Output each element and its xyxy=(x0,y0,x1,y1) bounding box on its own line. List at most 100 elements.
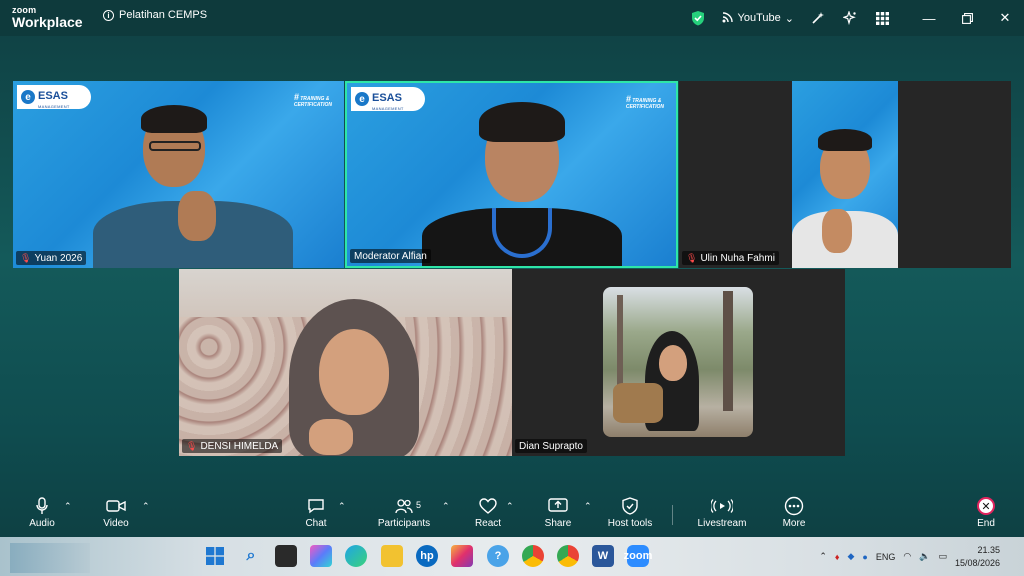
hp-app-icon[interactable]: hp xyxy=(416,545,438,567)
chat-button[interactable]: Chat xyxy=(300,494,332,536)
more-button[interactable]: More xyxy=(778,494,810,536)
meeting-title: Pelatihan CEMPS xyxy=(119,9,208,21)
windows-logo-icon xyxy=(206,547,224,565)
video-options-caret-icon[interactable]: ⌃ xyxy=(142,501,150,512)
restore-button[interactable] xyxy=(948,0,986,36)
video-tile-densi-himelda[interactable]: 🎙 DENSI HIMELDA xyxy=(179,269,512,456)
esas-subtext: MANAGEMENT xyxy=(372,105,404,111)
audio-options-caret-icon[interactable]: ⌃ xyxy=(64,501,72,512)
profile-picture-dian xyxy=(603,287,753,437)
participant-name-label: 🎙 Yuan 2026 xyxy=(16,251,87,265)
react-options-caret-icon[interactable]: ⌃ xyxy=(506,501,514,512)
streaming-label: YouTube xyxy=(737,12,781,24)
react-button[interactable]: React xyxy=(472,494,504,536)
video-camera-icon xyxy=(106,494,126,518)
language-indicator[interactable]: ENG xyxy=(876,552,896,562)
battery-icon[interactable]: ▭ xyxy=(938,551,947,562)
streaming-dropdown[interactable]: YouTube ⌄ xyxy=(714,11,802,26)
video-tile-yuan[interactable]: e ESAS MANAGEMENT # TRAINING & CERTIFICATI… xyxy=(13,81,344,268)
zoom-app-icon[interactable]: zoom xyxy=(624,545,652,567)
info-icon[interactable]: i xyxy=(103,9,114,21)
security-shield-icon[interactable] xyxy=(682,0,714,36)
edge-browser-icon[interactable] xyxy=(345,545,367,567)
muted-mic-icon: 🎙 xyxy=(186,440,198,451)
restore-icon xyxy=(961,12,973,24)
participant-video-alfian xyxy=(417,98,627,266)
copilot-icon[interactable] xyxy=(310,545,332,567)
meeting-toolbar: Audio ⌃ Video ⌃ Chat ⌃ Participants 5 ⌃ … xyxy=(0,494,1024,536)
esas-text: ESAS xyxy=(372,91,402,104)
participants-count: 5 xyxy=(416,500,422,510)
more-dots-icon xyxy=(784,494,804,518)
end-x-icon: ✕ xyxy=(977,497,995,515)
audio-button[interactable]: Audio xyxy=(26,494,58,536)
apps-grid-icon[interactable] xyxy=(866,0,898,36)
wifi-icon[interactable]: ◠ xyxy=(903,551,911,562)
weather-widget[interactable] xyxy=(10,543,90,573)
end-meeting-button[interactable]: ✕ End xyxy=(970,494,1002,536)
participant-name-label: Moderator Alfian xyxy=(350,249,431,263)
word-icon[interactable]: W xyxy=(592,545,614,567)
participants-icon xyxy=(395,494,413,518)
clock-date: 15/08/2026 xyxy=(954,557,1000,568)
video-button[interactable]: Video xyxy=(100,494,132,536)
meeting-info[interactable]: i Pelatihan CEMPS xyxy=(103,9,207,21)
close-window-button[interactable]: ✕ xyxy=(986,0,1024,36)
chrome-profile-2-icon[interactable] xyxy=(557,545,579,567)
participant-name-label: 🎙 Ulin Nuha Fahmi xyxy=(682,251,779,265)
esas-logo-mark: e xyxy=(21,90,35,104)
chrome-profile-1-icon[interactable] xyxy=(522,545,544,567)
help-app-icon[interactable]: ? xyxy=(487,545,509,567)
participant-video-yuan xyxy=(83,101,303,268)
participant-video-ulin xyxy=(792,81,898,268)
tray-app-icon[interactable]: ♦ xyxy=(835,552,840,562)
instagram-icon[interactable] xyxy=(451,545,473,567)
volume-icon[interactable]: 🔈 xyxy=(919,551,930,562)
clock[interactable]: 21.35 15/08/2026 xyxy=(955,544,1000,568)
zoom-workplace-logo: zoom Workplace xyxy=(12,6,83,30)
video-tile-moderator-alfian[interactable]: e ESAS MANAGEMENT # TRAINING & CERTIFICATI… xyxy=(345,81,678,268)
minimize-icon: — xyxy=(922,10,936,26)
participant-name-label: Dian Suprapto xyxy=(515,439,587,453)
esas-logo: e ESAS MANAGEMENT xyxy=(351,87,425,111)
title-bar: zoom Workplace i Pelatihan CEMPS YouTube… xyxy=(0,0,1024,36)
participant-video-densi xyxy=(279,299,429,456)
muted-mic-icon: 🎙 xyxy=(20,252,32,263)
system-tray: ⌃ ♦ ◆ ● ENG ◠ 🔈 ▭ 21.35 15/08/2026 xyxy=(819,537,1024,576)
tray-app-icon[interactable]: ● xyxy=(862,552,867,562)
participant-name-label: 🎙 DENSI HIMELDA xyxy=(182,439,283,453)
heart-icon xyxy=(479,494,497,518)
share-button[interactable]: Share xyxy=(542,494,574,536)
esas-logo-mark: e xyxy=(355,92,369,106)
magic-wand-icon[interactable] xyxy=(802,0,834,36)
participants-button[interactable]: Participants xyxy=(372,494,436,536)
clock-time: 21.35 xyxy=(977,545,1000,556)
host-tools-button[interactable]: Host tools xyxy=(604,494,656,536)
search-icon[interactable]: ⌕ xyxy=(240,545,262,567)
esas-logo: e ESAS MANAGEMENT xyxy=(17,85,91,109)
start-button[interactable] xyxy=(204,545,226,567)
logo-workplace-text: Workplace xyxy=(12,14,83,30)
microphone-icon xyxy=(36,494,48,518)
chevron-down-icon: ⌄ xyxy=(784,12,794,25)
chat-options-caret-icon[interactable]: ⌃ xyxy=(338,501,346,512)
video-tile-ulin-nuha-fahmi[interactable]: 🎙 Ulin Nuha Fahmi xyxy=(679,81,1011,268)
live-signal-icon xyxy=(722,11,734,26)
livestream-button[interactable]: Livestream xyxy=(694,494,750,536)
video-tile-dian-suprapto[interactable]: Dian Suprapto xyxy=(512,269,845,456)
tray-app-icon[interactable]: ◆ xyxy=(847,551,854,562)
file-explorer-icon[interactable] xyxy=(381,545,403,567)
chat-bubble-icon xyxy=(307,494,325,518)
ai-companion-sparkle-icon[interactable] xyxy=(834,0,866,36)
share-screen-icon xyxy=(548,494,568,518)
host-shield-icon xyxy=(622,494,638,518)
minimize-button[interactable]: — xyxy=(910,0,948,36)
participants-options-caret-icon[interactable]: ⌃ xyxy=(442,501,450,512)
toolbar-divider xyxy=(672,505,673,525)
tray-overflow-chevron-icon[interactable]: ⌃ xyxy=(819,551,827,562)
esas-text: ESAS xyxy=(38,89,68,102)
training-certification-label: # TRAINING & CERTIFICATION xyxy=(625,94,664,110)
task-view-icon[interactable] xyxy=(275,545,297,567)
windows-taskbar: ⌕ hp ? W zoom ⌃ ♦ ◆ ● ENG ◠ 🔈 ▭ 21.35 15… xyxy=(0,537,1024,576)
share-options-caret-icon[interactable]: ⌃ xyxy=(584,501,592,512)
